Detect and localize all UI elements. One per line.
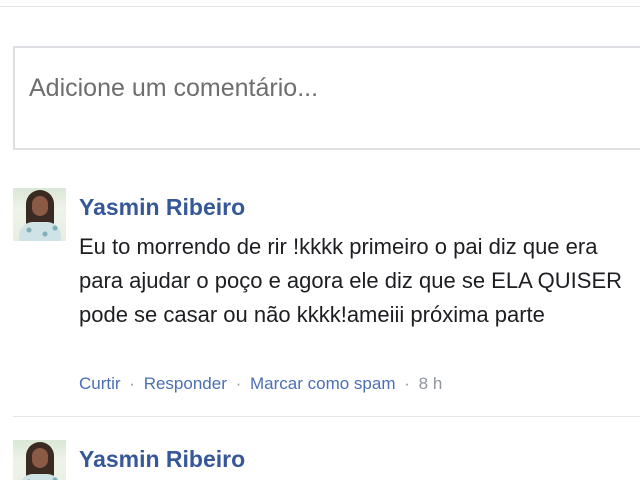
comment-actions: Curtir · Responder · Marcar como spam · … xyxy=(79,374,442,394)
divider xyxy=(13,416,640,417)
comment-author-link[interactable]: Yasmin Ribeiro xyxy=(79,194,245,221)
comment-author-link[interactable]: Yasmin Ribeiro xyxy=(79,446,245,473)
avatar[interactable] xyxy=(13,440,66,480)
comment-timestamp[interactable]: 8 h xyxy=(419,374,443,393)
avatar-shirt xyxy=(19,222,61,241)
avatar[interactable] xyxy=(13,188,66,241)
separator: · xyxy=(129,374,135,393)
divider xyxy=(0,6,640,7)
avatar-face xyxy=(32,448,48,468)
separator: · xyxy=(404,374,410,393)
reply-link[interactable]: Responder xyxy=(144,374,227,393)
separator: · xyxy=(235,374,242,393)
comment-composer[interactable] xyxy=(13,46,640,150)
comment-text: Eu to morrendo de rir !kkkk primeiro o p… xyxy=(79,234,623,327)
comments-panel: Yasmin Ribeiro Eu to morrendo de rir !kk… xyxy=(0,0,640,480)
like-link[interactable]: Curtir xyxy=(79,374,121,393)
avatar-face xyxy=(32,196,48,216)
mark-as-spam-link[interactable]: Marcar como spam xyxy=(250,374,395,393)
comment-input[interactable] xyxy=(29,68,629,108)
avatar-shirt xyxy=(19,474,61,480)
